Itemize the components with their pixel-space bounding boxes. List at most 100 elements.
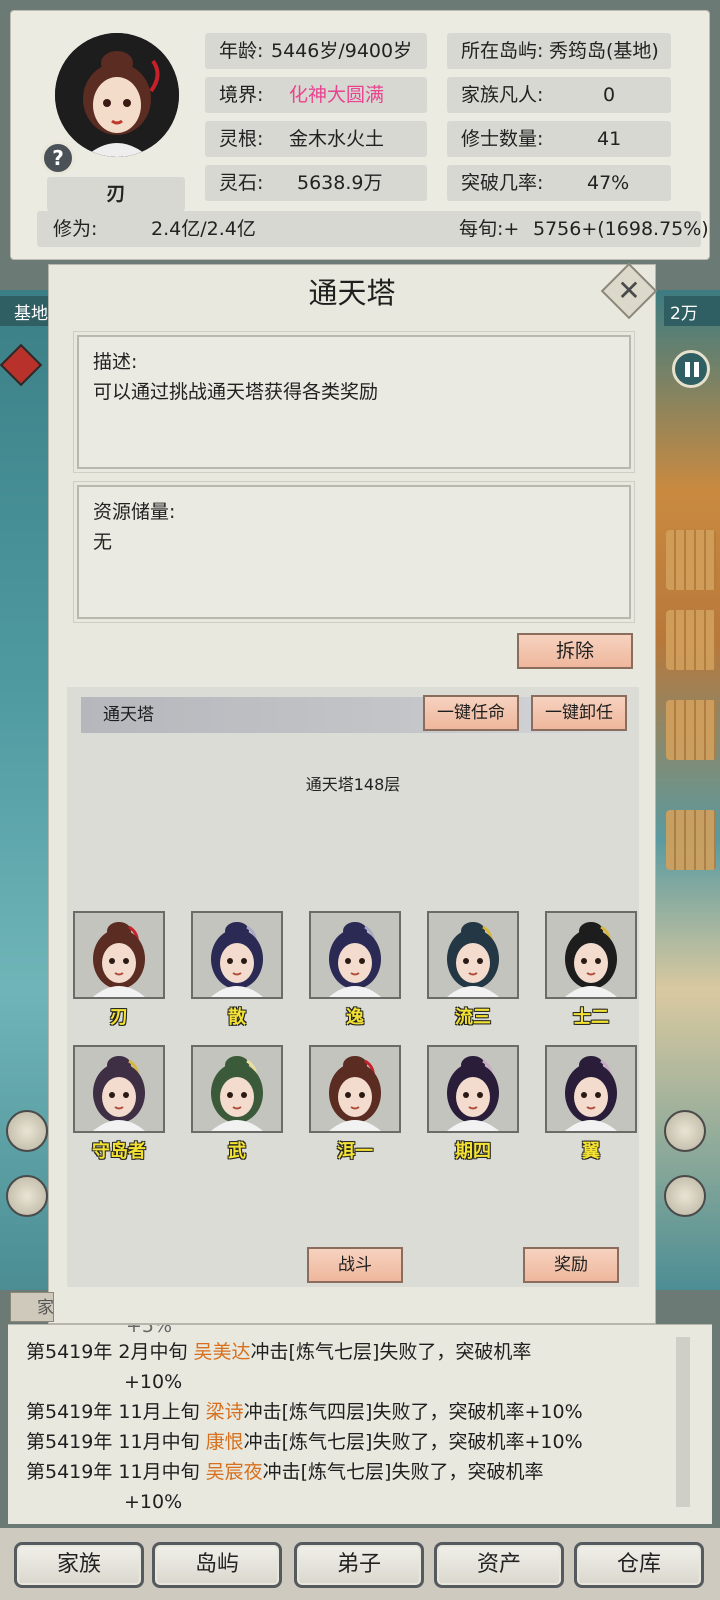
member-face-icon <box>75 1047 163 1131</box>
building-name: 通天塔 <box>103 705 154 725</box>
demolish-button[interactable]: 拆除 <box>517 633 633 669</box>
stone-label: 灵石: <box>219 172 264 194</box>
realm-label: 境界: <box>219 84 264 106</box>
log-person[interactable]: 吴美达 <box>194 1341 251 1363</box>
island-stat[interactable]: 所在岛屿: 秀筠岛(基地) <box>447 33 671 69</box>
event-log[interactable]: +5% 第5419年 2月中旬 吴美达冲击[炼气七层]失败了，突破机率 +10% 第… <box>8 1324 712 1524</box>
member-portrait[interactable] <box>545 1045 637 1133</box>
modal-title: 通天塔 <box>308 276 396 310</box>
disciple-side-button[interactable] <box>6 1110 48 1152</box>
nav-assets-button[interactable]: 资产 <box>434 1542 564 1588</box>
mortals-label: 家族凡人: <box>461 84 544 106</box>
map-building <box>666 810 716 870</box>
cultivators-value: 41 <box>597 128 622 150</box>
realm-value: 化神大圆满 <box>289 84 385 106</box>
log-text: +10% <box>124 1371 183 1393</box>
breakthrough-stat: 突破几率: 47% <box>447 165 671 201</box>
story-side-button[interactable] <box>664 1110 706 1152</box>
member-face-icon <box>311 1047 399 1131</box>
log-top-fragment: +5% <box>126 1324 173 1337</box>
member-portrait[interactable] <box>309 1045 401 1133</box>
member-portrait[interactable] <box>545 911 637 999</box>
log-time: 第5419年 2月中旬 <box>26 1341 194 1363</box>
nav-warehouse-button[interactable]: 仓库 <box>574 1542 704 1588</box>
member-portrait[interactable] <box>73 1045 165 1133</box>
per-period-label: 每旬:+ <box>459 218 520 240</box>
appoint-all-button[interactable]: 一键任命 <box>423 695 519 731</box>
log-person[interactable]: 吴宸夜 <box>206 1461 263 1483</box>
member-face-icon <box>547 913 635 997</box>
settings-side-button[interactable] <box>664 1175 706 1217</box>
log-text: 冲击[炼气七层]失败了，突破机率+10% <box>243 1431 583 1453</box>
member-portrait[interactable] <box>309 911 401 999</box>
log-person[interactable]: 梁诗 <box>206 1401 244 1423</box>
member-portrait[interactable] <box>191 911 283 999</box>
log-text: 冲击[炼气七层]失败了，突破机率 <box>250 1341 532 1363</box>
member-portrait[interactable] <box>73 911 165 999</box>
member-name: 逸 <box>346 1007 364 1028</box>
player-avatar[interactable] <box>55 33 179 157</box>
member-name: 士二 <box>573 1007 609 1028</box>
root-stat: 灵根: 金木水火土 <box>205 121 427 157</box>
log-tab[interactable]: 家 <box>10 1292 54 1322</box>
reward-button[interactable]: 奖励 <box>523 1247 619 1283</box>
member-portrait[interactable] <box>427 1045 519 1133</box>
member-name: 流三 <box>455 1007 491 1028</box>
player-portrait-icon <box>55 33 179 157</box>
member-face-icon <box>429 1047 517 1131</box>
work-side-button[interactable] <box>6 1175 48 1217</box>
pause-icon[interactable] <box>672 350 710 388</box>
member-name: 刃 <box>110 1007 128 1028</box>
member-face-icon <box>75 913 163 997</box>
member-name: 翼 <box>582 1141 600 1162</box>
member-portrait[interactable] <box>427 911 519 999</box>
member-name: 守岛者 <box>92 1141 146 1162</box>
member-face-icon <box>193 1047 281 1131</box>
player-name-plate[interactable]: 刃 <box>47 177 185 211</box>
close-icon: ✕ <box>617 274 641 307</box>
fight-button[interactable]: 战斗 <box>307 1247 403 1283</box>
root-value: 金木水火土 <box>289 128 385 150</box>
map-building <box>666 700 716 760</box>
nav-islands-button[interactable]: 岛屿 <box>152 1542 282 1588</box>
nav-family-button[interactable]: 家族 <box>14 1542 144 1588</box>
realm-stat: 境界: 化神大圆满 <box>205 77 427 113</box>
cultivators-stat: 修士数量: 41 <box>447 121 671 157</box>
description-box: 描述: 可以通过挑战通天塔获得各类奖励 <box>73 331 635 473</box>
root-label: 灵根: <box>219 128 264 150</box>
log-entry: 第5419年 11月中旬 吴宸夜冲击[炼气七层]失败了，突破机率 <box>26 1459 543 1485</box>
age-label: 年龄: <box>219 40 264 62</box>
member-portrait[interactable] <box>191 1045 283 1133</box>
island-value: 秀筠岛(基地) <box>549 40 659 62</box>
nav-disciples-button[interactable]: 弟子 <box>294 1542 424 1588</box>
member-name: 洱一 <box>337 1141 373 1162</box>
log-time: 第5419年 11月中旬 <box>26 1461 206 1483</box>
member-face-icon <box>547 1047 635 1131</box>
stone-stat: 灵石: 5638.9万 <box>205 165 427 201</box>
dismiss-all-button[interactable]: 一键卸任 <box>531 695 627 731</box>
breakthrough-value: 47% <box>587 172 630 194</box>
log-entry: 第5419年 11月中旬 康恨冲击[炼气七层]失败了，突破机率+10% <box>26 1429 583 1455</box>
map-right-label: 2万 <box>664 296 720 326</box>
island-label: 所在岛屿: <box>461 40 544 62</box>
log-text: +10% <box>124 1491 183 1513</box>
per-period-value: 5756+(1698.75%) <box>533 218 709 240</box>
log-scrollbar[interactable] <box>676 1337 690 1507</box>
description-text: 可以通过挑战通天塔获得各类奖励 <box>93 381 379 403</box>
assignment-area: 通天塔 一键任命 一键卸任 通天塔148层 刃 散 逸 流三 士二 守岛者 武 洱一 期四 翼 战… <box>67 687 639 1287</box>
log-person[interactable]: 康恨 <box>206 1431 244 1453</box>
log-entry: +10% <box>124 1489 182 1515</box>
resource-text: 无 <box>93 531 113 553</box>
age-value: 5446岁/9400岁 <box>271 40 413 62</box>
map-left-label[interactable]: 基地 <box>0 296 52 326</box>
map-building <box>666 530 716 590</box>
resource-box: 资源储量: 无 <box>73 481 635 623</box>
cultivation-value: 2.4亿/2.4亿 <box>151 218 256 240</box>
status-panel: ? 刃 年龄: 5446岁/9400岁 境界: 化神大圆满 灵根: 金木水火土 … <box>10 10 710 260</box>
log-time: 第5419年 11月上旬 <box>26 1401 206 1423</box>
help-button[interactable]: ? <box>41 141 75 175</box>
member-name: 武 <box>228 1141 246 1162</box>
member-name: 散 <box>228 1007 246 1028</box>
member-face-icon <box>311 913 399 997</box>
log-entry: 第5419年 11月上旬 梁诗冲击[炼气四层]失败了，突破机率+10% <box>26 1399 583 1425</box>
